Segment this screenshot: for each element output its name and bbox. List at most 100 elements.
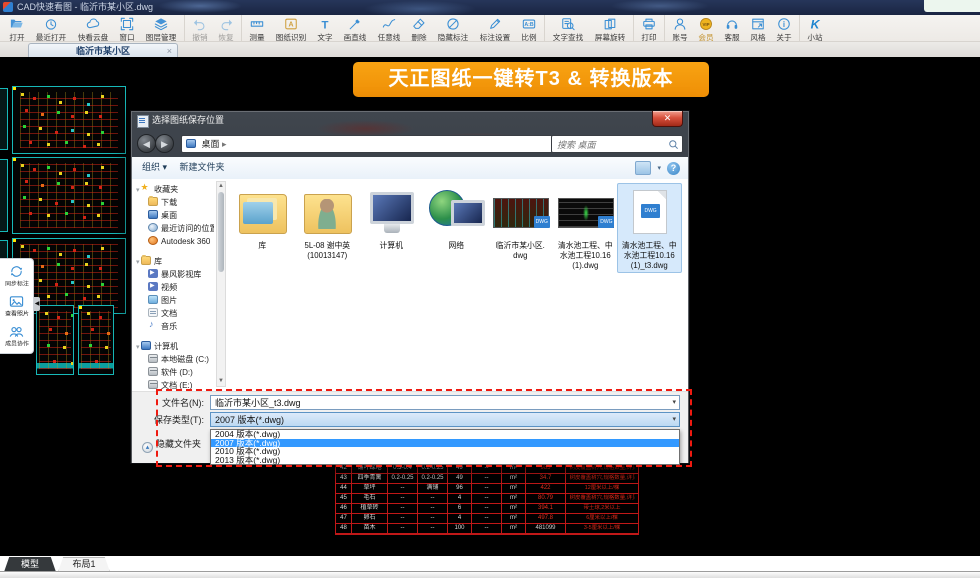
tab-layout1[interactable]: 布局1 bbox=[58, 557, 110, 572]
savetype-dropdown-icon[interactable]: ▾ bbox=[672, 413, 676, 427]
nav-tree-item[interactable]: 软件 (D:) bbox=[134, 366, 214, 379]
file-item[interactable]: 网络 bbox=[424, 183, 489, 253]
savetype-option[interactable]: 2010 版本(*.dwg) bbox=[211, 447, 679, 456]
document-tabstrip: 临沂市某小区 × bbox=[0, 42, 980, 57]
toolbar-icon bbox=[382, 17, 396, 31]
toolbar-group-edit: 撤销恢复 bbox=[184, 15, 239, 43]
file-icon bbox=[489, 186, 552, 238]
view-photos-label: 查看照片 bbox=[5, 309, 29, 318]
toolbar-button[interactable]: 小站 bbox=[802, 15, 828, 43]
toolbar-button[interactable]: 风格 bbox=[745, 15, 771, 43]
file-item[interactable]: 库 bbox=[230, 183, 295, 253]
filename-input[interactable]: 临沂市某小区_t3.dwg ▾ bbox=[210, 395, 680, 410]
team-collab-button[interactable]: 成员协作 bbox=[3, 324, 31, 349]
filename-dropdown-icon[interactable]: ▾ bbox=[672, 396, 676, 410]
nav-section-header[interactable]: ▾库 bbox=[134, 255, 214, 268]
scroll-down-icon[interactable]: ▼ bbox=[217, 377, 225, 386]
savetype-option[interactable]: 2013 版本(*.dwg) bbox=[211, 456, 679, 465]
savetype-option[interactable]: 2004 版本(*.dwg) bbox=[211, 430, 679, 439]
scrollbar-thumb[interactable] bbox=[218, 192, 224, 272]
toolbar-button[interactable]: 客服 bbox=[719, 15, 745, 43]
toolbar-button[interactable]: 窗口 bbox=[114, 15, 140, 43]
toolbar-button[interactable]: 恢复 bbox=[213, 15, 239, 43]
search-box[interactable] bbox=[551, 135, 683, 153]
nav-tree-item[interactable]: 文档 bbox=[134, 307, 214, 320]
file-item[interactable]: 5L-08 谢中英 (10013147) bbox=[295, 183, 360, 263]
tab-model[interactable]: 模型 bbox=[4, 557, 56, 572]
savetype-option[interactable]: 2007 版本(*.dwg) bbox=[211, 439, 679, 448]
nav-tree-item[interactable]: 下载 bbox=[134, 196, 214, 209]
toolbar-button[interactable]: 屏幕旋转 bbox=[589, 15, 631, 43]
cad-table-row: 45 毛石 -- -- 4 -- m² 80.79 树皮覆盖树穴,规格数量,详见… bbox=[336, 493, 638, 503]
toolbar-button[interactable]: 任意线 bbox=[372, 15, 406, 43]
toolbar-button[interactable]: 打印 bbox=[636, 15, 662, 43]
toolbar-button[interactable]: 文字 bbox=[312, 15, 338, 43]
new-folder-button[interactable]: 新建文件夹 bbox=[180, 157, 225, 178]
search-input[interactable] bbox=[555, 137, 664, 153]
toolbar-icon bbox=[699, 17, 713, 31]
dialog-close-button[interactable]: ✕ bbox=[652, 111, 683, 127]
nav-item-label: 文档 bbox=[161, 307, 177, 319]
app-icon bbox=[3, 2, 13, 12]
toolbar-button[interactable]: 账号 bbox=[667, 15, 693, 43]
scroll-up-icon[interactable]: ▲ bbox=[217, 182, 225, 191]
toolbar-button[interactable]: 比例 bbox=[516, 15, 542, 43]
toolbar-button[interactable]: 图纸识别 bbox=[270, 15, 312, 43]
file-item[interactable]: 清水池工程、中 水池工程10.16 (1)_t3.dwg bbox=[617, 183, 682, 273]
dialog-title: 选择图纸保存位置 bbox=[152, 111, 224, 130]
savetype-combobox[interactable]: 2007 版本(*.dwg) ▾ bbox=[210, 412, 680, 427]
nav-tree-item[interactable]: 图片 bbox=[134, 294, 214, 307]
nav-item-label: 软件 (D:) bbox=[161, 366, 193, 378]
toolbar-button[interactable]: 会员 bbox=[693, 15, 719, 43]
toolbar-button[interactable]: 关于 bbox=[771, 15, 797, 43]
file-label: 5L-08 谢中英 (10013147) bbox=[296, 240, 359, 260]
toolbar-button[interactable]: 图层管理 bbox=[140, 15, 182, 43]
toolbar-button[interactable]: 隐藏标注 bbox=[432, 15, 474, 43]
file-item[interactable]: 计算机 bbox=[359, 183, 424, 253]
document-tab[interactable]: 临沂市某小区 × bbox=[28, 43, 178, 58]
nav-tree-item[interactable]: 文档 (E:) bbox=[134, 379, 214, 391]
nav-tree-item[interactable]: 视频 bbox=[134, 281, 214, 294]
nav-tree-item[interactable]: 本地磁盘 (C:) bbox=[134, 353, 214, 366]
organize-menu[interactable]: 组织 ▾ bbox=[142, 157, 167, 178]
toolbar-icon bbox=[250, 17, 264, 31]
nav-item-icon bbox=[148, 321, 158, 330]
nav-section-header[interactable]: ▾计算机 bbox=[134, 340, 214, 353]
toolbar-button[interactable]: 测量 bbox=[244, 15, 270, 43]
nav-scrollbar[interactable]: ▲ ▼ bbox=[216, 181, 226, 387]
panel-collapse-icon[interactable]: ◀ bbox=[34, 297, 40, 311]
toolbar-button[interactable]: 删除 bbox=[406, 15, 432, 43]
toolbar-button[interactable]: 文字查找 bbox=[547, 15, 589, 43]
toolbar-button[interactable]: 打开 bbox=[4, 15, 30, 43]
file-item[interactable]: 临沂市某小区. dwg bbox=[488, 183, 553, 263]
forward-button[interactable]: ▶ bbox=[155, 134, 174, 153]
toolbar-button[interactable]: 最近打开 bbox=[30, 15, 72, 43]
toolbar-icon bbox=[522, 17, 536, 31]
toolbar-button[interactable]: 撤销 bbox=[187, 15, 213, 43]
toolbar-button[interactable]: 快看云盘 bbox=[72, 15, 114, 43]
hide-folders-button[interactable]: ▴隐藏文件夹 bbox=[142, 438, 201, 453]
sync-annotation-button[interactable]: 同步标注 bbox=[3, 264, 31, 289]
nav-tree-item[interactable]: 桌面 bbox=[134, 209, 214, 222]
nav-tree-item[interactable]: 暴风影视库 bbox=[134, 268, 214, 281]
tab-close-icon[interactable]: × bbox=[167, 44, 172, 58]
search-icon bbox=[668, 139, 679, 150]
toolbar-button[interactable]: 画直线 bbox=[338, 15, 372, 43]
window-title: CAD快速看图 - 临沂市某小区.dwg bbox=[17, 0, 153, 15]
file-item[interactable]: 清水池工程、中 水池工程10.16 (1).dwg bbox=[553, 183, 618, 273]
toolbar-button[interactable]: 标注设置 bbox=[474, 15, 516, 43]
view-photos-button[interactable]: 查看照片 bbox=[3, 294, 31, 319]
cad-thumbnail bbox=[78, 305, 114, 375]
views-dropdown-icon[interactable]: ▾ bbox=[657, 164, 661, 172]
views-icon[interactable] bbox=[635, 161, 651, 175]
nav-tree-item[interactable]: Autodesk 360 bbox=[134, 235, 214, 248]
nav-tree-item[interactable]: 最近访问的位置 bbox=[134, 222, 214, 235]
help-icon[interactable]: ? bbox=[667, 162, 680, 175]
nav-tree-item[interactable]: 音乐 bbox=[134, 320, 214, 333]
savetype-label: 保存类型(T): bbox=[132, 412, 204, 428]
nav-section-header[interactable]: ▾收藏夹 bbox=[134, 183, 214, 196]
dialog-titlebar[interactable]: 选择图纸保存位置 ✕ bbox=[131, 111, 689, 131]
nav-item-icon bbox=[148, 236, 158, 245]
star-icon bbox=[141, 184, 151, 193]
back-button[interactable]: ◀ bbox=[137, 134, 156, 153]
